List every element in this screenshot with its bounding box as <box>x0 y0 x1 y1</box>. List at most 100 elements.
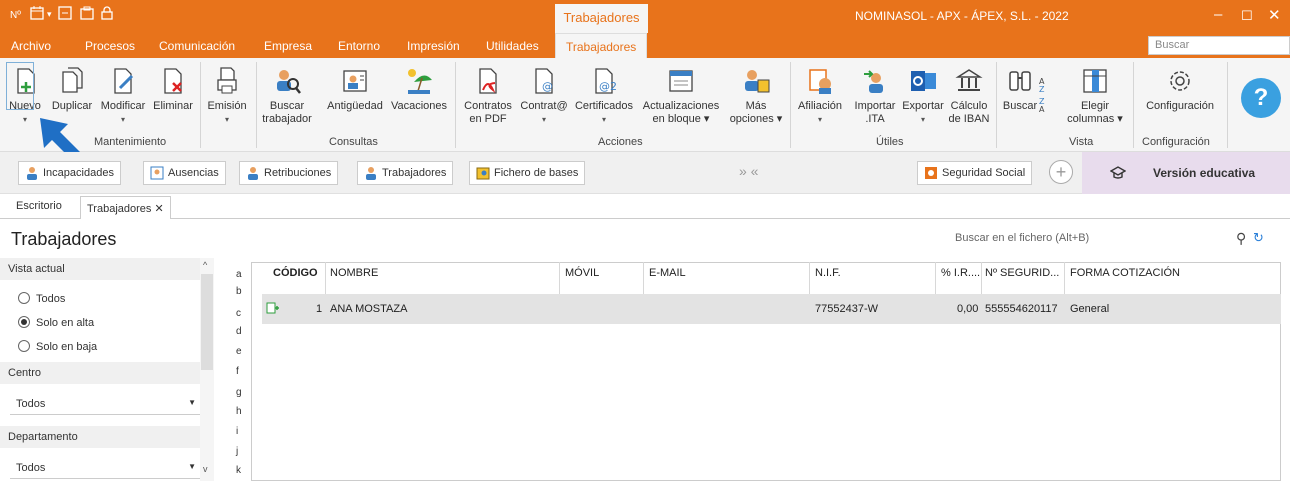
search-input[interactable]: Buscar <box>1148 36 1290 55</box>
maximize-icon[interactable]: ☐ <box>1241 8 1253 24</box>
configuracion-button[interactable]: Configuración <box>1137 66 1223 113</box>
column-separator[interactable] <box>559 262 560 294</box>
ribbon: Nuevo ▾ Duplicar Modificar ▾ Eliminar Em… <box>0 58 1290 152</box>
centro-select[interactable]: Todos ▼ <box>10 393 200 415</box>
alpha-index-d[interactable]: d <box>236 326 242 337</box>
col-header-seguridad[interactable]: Nº SEGURID... <box>985 267 1059 279</box>
importar-ita-button[interactable]: Importar .ITA <box>848 66 902 126</box>
contrat-arroba-button[interactable]: @ Contrat@ ▾ <box>518 66 570 126</box>
alpha-index-c[interactable]: c <box>236 308 241 319</box>
departamento-select[interactable]: Todos ▼ <box>10 457 200 479</box>
fichero-bases-button[interactable]: Fichero de bases <box>469 161 586 185</box>
tab-trabajadores[interactable]: Trabajadores <box>555 33 648 58</box>
mas-opciones-button[interactable]: Más opciones ▾ <box>728 66 784 126</box>
column-separator[interactable] <box>935 262 936 294</box>
col-header-codigo[interactable]: CÓDIGO <box>273 267 318 279</box>
table-row[interactable] <box>262 294 1281 324</box>
panel-scroll-thumb[interactable] <box>201 274 213 370</box>
elegir-columnas-label-2: columnas ▾ <box>1067 113 1123 125</box>
tab-impresion[interactable]: Impresión <box>407 39 460 53</box>
alpha-index-h[interactable]: h <box>236 406 242 417</box>
alpha-index-b[interactable]: b <box>236 286 242 297</box>
scroll-up-icon[interactable]: ^ <box>203 260 207 270</box>
buscar-vista-button[interactable]: Buscar <box>1001 66 1039 113</box>
eliminar-button[interactable]: Eliminar <box>150 66 196 113</box>
column-separator[interactable] <box>643 262 644 294</box>
tab-utilidades[interactable]: Utilidades <box>486 39 539 53</box>
add-shortcut-icon[interactable]: + <box>1049 160 1073 184</box>
svg-text:A: A <box>1039 105 1045 114</box>
tab-empresa[interactable]: Empresa <box>264 39 312 53</box>
window-icon[interactable] <box>80 6 94 23</box>
buscar-trabajador-button[interactable]: Buscar trabajador <box>262 66 312 126</box>
emision-button[interactable]: Emisión ▾ <box>204 66 250 126</box>
gear-icon <box>1170 71 1190 91</box>
refresh-icon[interactable]: ↻ <box>1253 230 1264 246</box>
trabajadores-button[interactable]: Trabajadores <box>357 161 454 185</box>
col-header-forma[interactable]: FORMA COTIZACIÓN <box>1070 267 1180 279</box>
contrat-arroba-label: Contrat@ <box>520 100 568 112</box>
alpha-index-e[interactable]: e <box>236 346 242 357</box>
calendar-icon[interactable] <box>30 6 44 23</box>
column-separator[interactable] <box>1064 262 1065 294</box>
export-icon[interactable] <box>58 6 72 23</box>
group-vista: Vista <box>1069 136 1094 148</box>
tab-trabajadores-doc[interactable]: Trabajadores ✕ <box>80 196 171 219</box>
column-separator[interactable] <box>325 262 326 294</box>
actualizaciones-button[interactable]: Actualizaciones en bloque ▾ <box>638 66 724 126</box>
tab-entorno[interactable]: Entorno <box>338 39 380 53</box>
col-header-nif[interactable]: N.I.F. <box>815 267 841 279</box>
alpha-index-k[interactable]: k <box>236 465 241 476</box>
exportar-button[interactable]: Exportar ▾ <box>900 66 946 126</box>
antiguedad-button[interactable]: Antigüedad <box>322 66 388 113</box>
tab-procesos[interactable]: Procesos <box>85 39 135 53</box>
alpha-index-j[interactable]: j <box>236 446 238 457</box>
page-title: Trabajadores <box>11 229 117 249</box>
radio-solo-baja[interactable]: Solo en baja <box>18 340 97 353</box>
help-icon[interactable]: ? <box>1241 78 1281 118</box>
radio-todos[interactable]: Todos <box>18 292 65 305</box>
scroll-down-icon[interactable]: v <box>203 464 208 474</box>
close-icon[interactable]: ✕ <box>1268 6 1281 24</box>
calculo-iban-button[interactable]: Cálculo de IBAN <box>947 66 991 126</box>
seguridad-social-label: Seguridad Social <box>942 167 1026 179</box>
dropdown-icon[interactable]: ▾ <box>47 9 52 20</box>
sort-button[interactable]: AZZA <box>1037 74 1055 118</box>
incapacidades-button[interactable]: Incapacidades <box>18 161 121 185</box>
contratos-pdf-button[interactable]: Contratos en PDF <box>460 66 516 126</box>
radio-solo-alta[interactable]: Solo en alta <box>18 316 94 329</box>
col-header-nombre[interactable]: NOMBRE <box>330 267 378 279</box>
file-search-input[interactable]: Buscar en el fichero (Alt+B) ⚲ ↻ <box>955 230 1264 250</box>
alpha-index-i[interactable]: i <box>236 426 238 437</box>
alpha-index-f[interactable]: f <box>236 366 239 377</box>
minimize-icon[interactable]: – <box>1214 6 1222 23</box>
mas-opciones-label-1: Más <box>745 100 767 112</box>
col-header-movil[interactable]: MÓVIL <box>565 267 599 279</box>
graduation-cap-icon <box>1110 166 1126 179</box>
col-header-ir[interactable]: % I.R.... <box>941 267 980 279</box>
tab-archivo[interactable]: Archivo <box>11 39 51 53</box>
scroll-chevrons[interactable]: » « <box>739 163 758 179</box>
svg-text:@: @ <box>542 80 553 93</box>
tab-comunicacion[interactable]: Comunicación <box>159 39 235 53</box>
column-separator[interactable] <box>981 262 982 294</box>
elegir-columnas-label-1: Elegir <box>1080 100 1110 112</box>
pdf-icon <box>479 68 497 94</box>
tab-escritorio[interactable]: Escritorio <box>16 200 62 212</box>
search-icon[interactable]: ⚲ <box>1236 230 1246 247</box>
alpha-index-a[interactable]: a <box>236 269 242 280</box>
col-header-email[interactable]: E-MAIL <box>649 267 686 279</box>
certificados-button[interactable]: @2 Certificados ▾ <box>573 66 635 126</box>
lock-icon[interactable] <box>100 6 114 23</box>
afiliacion-button[interactable]: Afiliación ▾ <box>794 66 846 126</box>
mas-opciones-label-2: opciones ▾ <box>729 113 783 125</box>
duplicar-button[interactable]: Duplicar <box>48 66 96 113</box>
vacaciones-button[interactable]: Vacaciones <box>390 66 448 113</box>
retribuciones-button[interactable]: Retribuciones <box>239 161 339 185</box>
modificar-button[interactable]: Modificar ▾ <box>98 66 148 126</box>
ausencias-button[interactable]: Ausencias <box>143 161 226 185</box>
column-separator[interactable] <box>809 262 810 294</box>
elegir-columnas-button[interactable]: Elegir columnas ▾ <box>1063 66 1127 126</box>
seguridad-social-button[interactable]: Seguridad Social <box>917 161 1033 185</box>
alpha-index-g[interactable]: g <box>236 387 242 398</box>
